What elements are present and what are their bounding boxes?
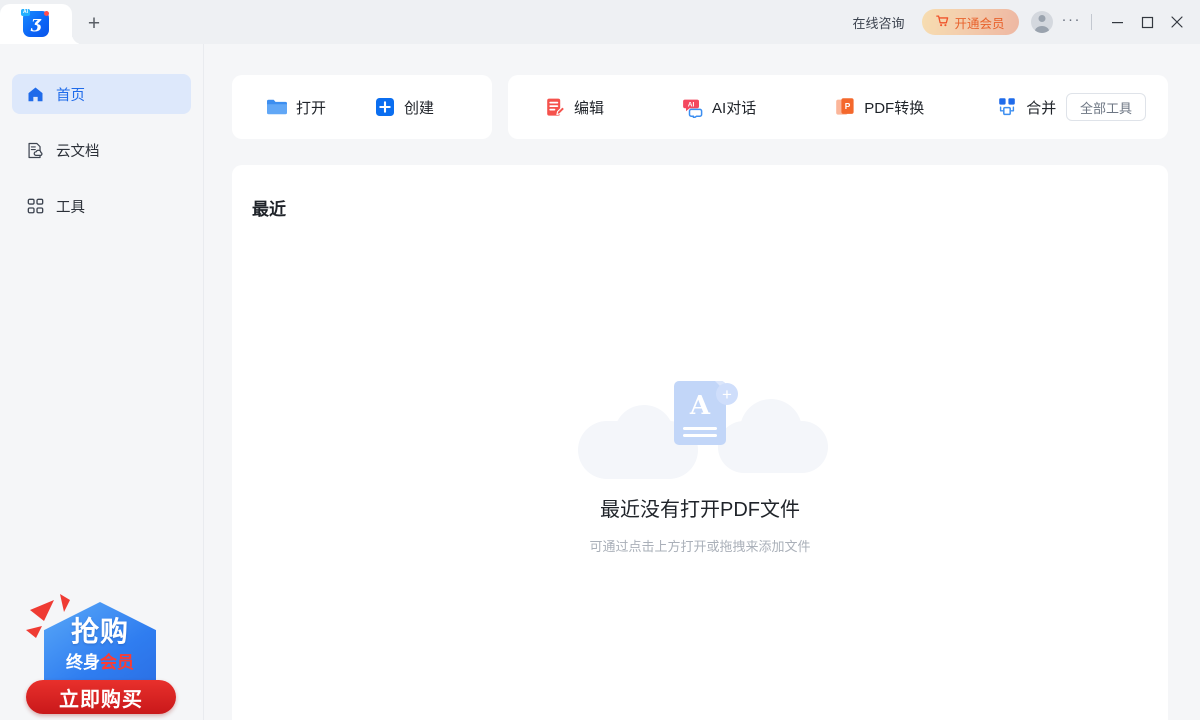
logo-swoosh-glyph: ʒ	[31, 12, 41, 33]
add-file-plus-icon: +	[716, 383, 738, 405]
recent-panel: 最近 A + 最近没有打开PDF文件 可通过点击上方打开或拖拽来添加文件	[232, 165, 1168, 720]
edit-button[interactable]: 编辑	[538, 87, 610, 127]
sidebar-label-tools: 工具	[56, 199, 85, 216]
doc-line	[683, 427, 717, 430]
open-button[interactable]: 打开	[260, 87, 332, 127]
online-consult-link[interactable]: 在线咨询	[842, 13, 914, 32]
sidebar-item-cloud-doc[interactable]: 云文档	[12, 130, 191, 170]
all-tools-button[interactable]: 全部工具	[1065, 93, 1146, 121]
empty-state-title: 最近没有打开PDF文件	[600, 499, 800, 521]
empty-state-subtitle: 可通过点击上方打开或拖拽来添加文件	[589, 539, 811, 554]
application-window: AI ʒ + 在线咨询 开通会员 ··· 首页 云文档 工具 抢购 终身会员 立…	[0, 0, 1200, 720]
title-bar-right-controls: 在线咨询 开通会员 ···	[842, 0, 1200, 44]
app-logo-icon: AI ʒ	[21, 9, 49, 37]
create-button[interactable]: 创建	[368, 87, 440, 127]
svg-text:P: P	[844, 100, 850, 110]
cloud-doc-icon	[26, 141, 44, 159]
tab-strip: AI ʒ +	[0, 0, 116, 44]
sidebar-item-home[interactable]: 首页	[12, 74, 191, 114]
cart-icon	[936, 15, 949, 29]
empty-state: A + 最近没有打开PDF文件 可通过点击上方打开或拖拽来添加文件	[232, 381, 1168, 555]
pdf-convert-label: PDF转换	[864, 99, 925, 117]
close-button[interactable]	[1162, 7, 1192, 37]
merge-icon	[996, 96, 1018, 118]
cloud-shape	[740, 399, 802, 461]
merge-label: 合并	[1026, 99, 1057, 117]
tab-home[interactable]: AI ʒ	[0, 4, 72, 44]
merge-button[interactable]: 合并	[990, 87, 1062, 127]
ai-chat-icon: AI	[682, 96, 704, 118]
sidebar-label-home: 首页	[56, 87, 85, 104]
promo-buy-now-button[interactable]: 立即购买	[26, 680, 176, 714]
quick-toolbar: 打开 创建 编辑 AI AI对话 P PDF转换 合并 全部工具	[232, 75, 1168, 139]
folder-open-icon	[266, 96, 288, 118]
open-vip-label: 开通会员	[954, 16, 1005, 31]
title-bar: AI ʒ + 在线咨询 开通会员 ···	[0, 0, 1200, 44]
home-icon	[26, 85, 44, 103]
minimize-button[interactable]	[1102, 7, 1132, 37]
promo-line-1: 抢购	[70, 616, 129, 647]
more-menu-icon[interactable]: ···	[1062, 12, 1082, 32]
empty-state-illustration: A +	[570, 381, 830, 479]
promo-line-2-red: 会员	[100, 653, 134, 672]
maximize-button[interactable]	[1132, 7, 1162, 37]
doc-line	[683, 434, 717, 437]
edit-label: 编辑	[574, 99, 605, 117]
promo-line-2-white: 终身	[66, 653, 100, 672]
user-avatar[interactable]	[1030, 11, 1053, 33]
promo-line-2: 终身会员	[44, 654, 156, 671]
pdf-convert-button[interactable]: P PDF转换	[828, 87, 930, 127]
edit-doc-icon	[544, 96, 566, 118]
control-divider	[1091, 14, 1092, 30]
toolbar-card-actions: 编辑 AI AI对话 P PDF转换 合并 全部工具	[508, 75, 1168, 139]
open-label: 打开	[296, 99, 327, 117]
toolbar-card-file: 打开 创建	[232, 75, 492, 139]
ai-chat-label: AI对话	[712, 99, 757, 117]
pdf-convert-icon: P	[834, 96, 856, 118]
sidebar: 首页 云文档 工具 抢购 终身会员 立即购买	[0, 44, 204, 720]
ai-badge: AI	[21, 9, 30, 16]
notification-dot-icon	[44, 11, 49, 16]
open-vip-button[interactable]: 开通会员	[922, 9, 1019, 35]
main-content: 打开 创建 编辑 AI AI对话 P PDF转换 合并 全部工具 最近 A + …	[204, 44, 1200, 720]
svg-text:AI: AI	[688, 101, 695, 108]
plus-square-icon	[374, 96, 396, 118]
promo-banner[interactable]: 抢购 终身会员 立即购买	[18, 588, 188, 720]
recent-section-title: 最近	[252, 200, 286, 219]
cloud-shape	[614, 405, 674, 465]
sidebar-item-tools[interactable]: 工具	[12, 186, 191, 226]
create-label: 创建	[404, 99, 435, 117]
ai-chat-button[interactable]: AI AI对话	[676, 87, 762, 127]
sidebar-label-cloud-doc: 云文档	[56, 143, 100, 160]
grid-tools-icon	[26, 197, 44, 215]
pdf-glyph: A	[689, 391, 711, 421]
